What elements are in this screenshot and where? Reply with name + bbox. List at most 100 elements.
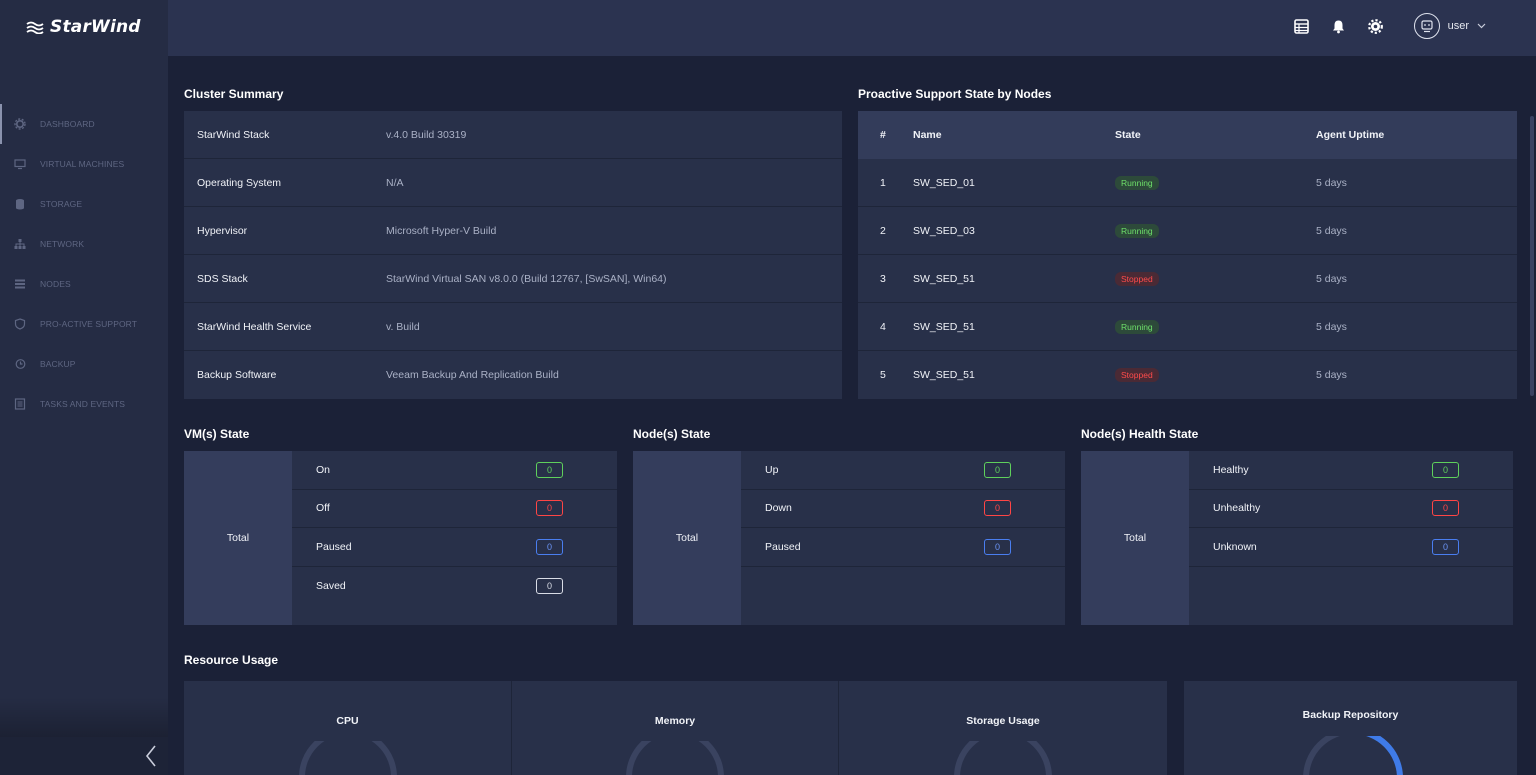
table-row[interactable]: 3 SW_SED_51 Stopped 5 days <box>858 255 1517 303</box>
logo-waves-icon <box>26 21 44 34</box>
node-state-row-up: Up 0 <box>741 451 1065 490</box>
cpu-gauge <box>299 741 397 775</box>
summary-value: v.4.0 Build 30319 <box>386 128 467 141</box>
node-name: SW_SED_01 <box>913 176 975 189</box>
sidebar-item-network[interactable]: NETWORK <box>0 224 168 264</box>
summary-value: v. Build <box>386 320 420 333</box>
summary-row: StarWind Stack v.4.0 Build 30319 <box>184 111 842 159</box>
vm-state-row-on: On 0 <box>292 451 617 490</box>
state-count: 0 <box>984 538 1011 555</box>
cpu-label: CPU <box>336 715 359 727</box>
column-header-state: State <box>1115 129 1141 141</box>
node-name: SW_SED_51 <box>913 369 975 381</box>
brand-name: StarWind <box>50 17 141 37</box>
state-count: 0 <box>536 500 563 517</box>
table-row[interactable]: 1 SW_SED_01 Running 5 days <box>858 159 1517 207</box>
state-count: 0 <box>984 500 1011 517</box>
page-scrollbar[interactable] <box>1530 116 1534 396</box>
sidebar-item-label: NODES <box>40 279 71 289</box>
summary-key: Backup Software <box>197 369 277 381</box>
sidebar-item-virtual-machines[interactable]: VIRTUAL MACHINES <box>0 144 168 184</box>
vm-state-row-paused: Paused 0 <box>292 528 617 567</box>
node-name: SW_SED_03 <box>913 224 975 237</box>
sidebar-item-pro-active-support[interactable]: PRO-ACTIVE SUPPORT <box>0 304 168 344</box>
state-label: Saved <box>316 579 346 592</box>
sidebar-item-tasks-and-events[interactable]: TASKS AND EVENTS <box>0 384 168 424</box>
table-row[interactable]: 4 SW_SED_51 Running 5 days <box>858 303 1517 351</box>
history-icon <box>14 358 26 370</box>
sidebar-item-label: PRO-ACTIVE SUPPORT <box>40 319 138 329</box>
status-badge: Stopped <box>1115 368 1159 382</box>
row-number: 1 <box>880 176 886 189</box>
health-row-healthy: Healthy 0 <box>1189 451 1513 490</box>
memory-gauge <box>626 741 724 775</box>
state-label: Paused <box>316 540 352 553</box>
sidebar-item-nodes[interactable]: NODES <box>0 264 168 304</box>
column-header-agent-uptime: Agent Uptime <box>1316 129 1385 141</box>
backup-repository-card: Backup Repository <box>1184 681 1517 775</box>
table-view-button[interactable] <box>1293 18 1310 35</box>
resource-usage-panel: CPU Memory Storage Usage <box>184 681 1167 775</box>
row-number: 3 <box>880 272 886 285</box>
summary-value: Microsoft Hyper-V Build <box>386 224 497 237</box>
user-name: user <box>1447 20 1469 32</box>
summary-row: Backup Software Veeam Backup And Replica… <box>184 351 842 399</box>
shield-icon <box>14 318 26 330</box>
vm-state-row-saved: Saved 0 <box>292 567 617 606</box>
node-total-label: Total <box>633 451 741 625</box>
backup-repository-label: Backup Repository <box>1302 709 1399 721</box>
status-badge: Stopped <box>1115 271 1159 286</box>
row-number: 5 <box>880 369 886 381</box>
chevron-left-icon <box>145 745 156 767</box>
node-state-row-paused: Paused 0 <box>741 528 1065 567</box>
user-robot-icon <box>1420 20 1433 33</box>
tasks-icon <box>14 398 26 410</box>
table-row[interactable]: 2 SW_SED_03 Running 5 days <box>858 207 1517 255</box>
summary-value: StarWind Virtual SAN v8.0.0 (Build 12767… <box>386 272 667 285</box>
sidebar-collapse-button[interactable] <box>0 737 168 775</box>
monitor-icon <box>14 158 26 170</box>
state-count: 0 <box>984 461 1011 478</box>
state-count: 0 <box>536 538 563 555</box>
agent-uptime: 5 days <box>1316 272 1347 285</box>
summary-row: Operating System N/A <box>184 159 842 207</box>
settings-button[interactable] <box>1367 18 1384 35</box>
health-row-unhealthy: Unhealthy 0 <box>1189 490 1513 528</box>
sidebar-item-dashboard[interactable]: DASHBOARD <box>0 104 168 144</box>
starwind-logo[interactable]: StarWind <box>26 16 141 38</box>
chevron-down-icon <box>1477 17 1486 35</box>
sidebar-item-storage[interactable]: STORAGE <box>0 184 168 224</box>
sidebar-item-label: TASKS AND EVENTS <box>40 399 126 409</box>
column-header-number: # <box>880 129 886 141</box>
resource-usage-title: Resource Usage <box>184 653 279 667</box>
node-health-panel: Total Healthy 0 Unhealthy 0 Unknown 0 <box>1081 451 1513 625</box>
sidebar-item-label: DASHBOARD <box>40 119 95 129</box>
storage-usage-card: Storage Usage <box>839 681 1167 775</box>
storage-gauge <box>954 741 1052 775</box>
database-icon <box>14 198 26 210</box>
notifications-button[interactable] <box>1330 18 1347 35</box>
state-label: On <box>316 463 331 476</box>
table-row[interactable]: 5 SW_SED_51 Stopped 5 days <box>858 351 1517 399</box>
dashboard-main: Cluster Summary StarWind Stack v.4.0 Bui… <box>168 56 1536 775</box>
gear-icon <box>1367 18 1383 34</box>
sidebar-item-label: NETWORK <box>40 239 85 249</box>
agent-uptime: 5 days <box>1316 369 1347 381</box>
state-label: Healthy <box>1213 463 1249 476</box>
vm-state-panel: Total On 0 Off 0 Paused 0 Saved 0 <box>184 451 617 625</box>
summary-key: Hypervisor <box>197 224 248 237</box>
summary-value: N/A <box>386 176 404 189</box>
network-icon <box>14 238 26 250</box>
sidebar-item-label: BACKUP <box>40 359 76 369</box>
sidebar-item-backup[interactable]: BACKUP <box>0 344 168 384</box>
state-label: Up <box>765 463 779 476</box>
status-badge: Running <box>1115 175 1159 190</box>
user-menu[interactable]: user <box>1413 13 1486 39</box>
storage-label: Storage Usage <box>966 715 1040 727</box>
node-health-title: Node(s) Health State <box>1081 427 1199 441</box>
health-row-unknown: Unknown 0 <box>1189 528 1513 567</box>
proactive-support-table: # Name State Agent Uptime 1 SW_SED_01 Ru… <box>858 111 1517 399</box>
header-actions: user <box>1293 10 1486 42</box>
summary-key: StarWind Stack <box>197 128 270 141</box>
bell-icon <box>1332 20 1344 33</box>
